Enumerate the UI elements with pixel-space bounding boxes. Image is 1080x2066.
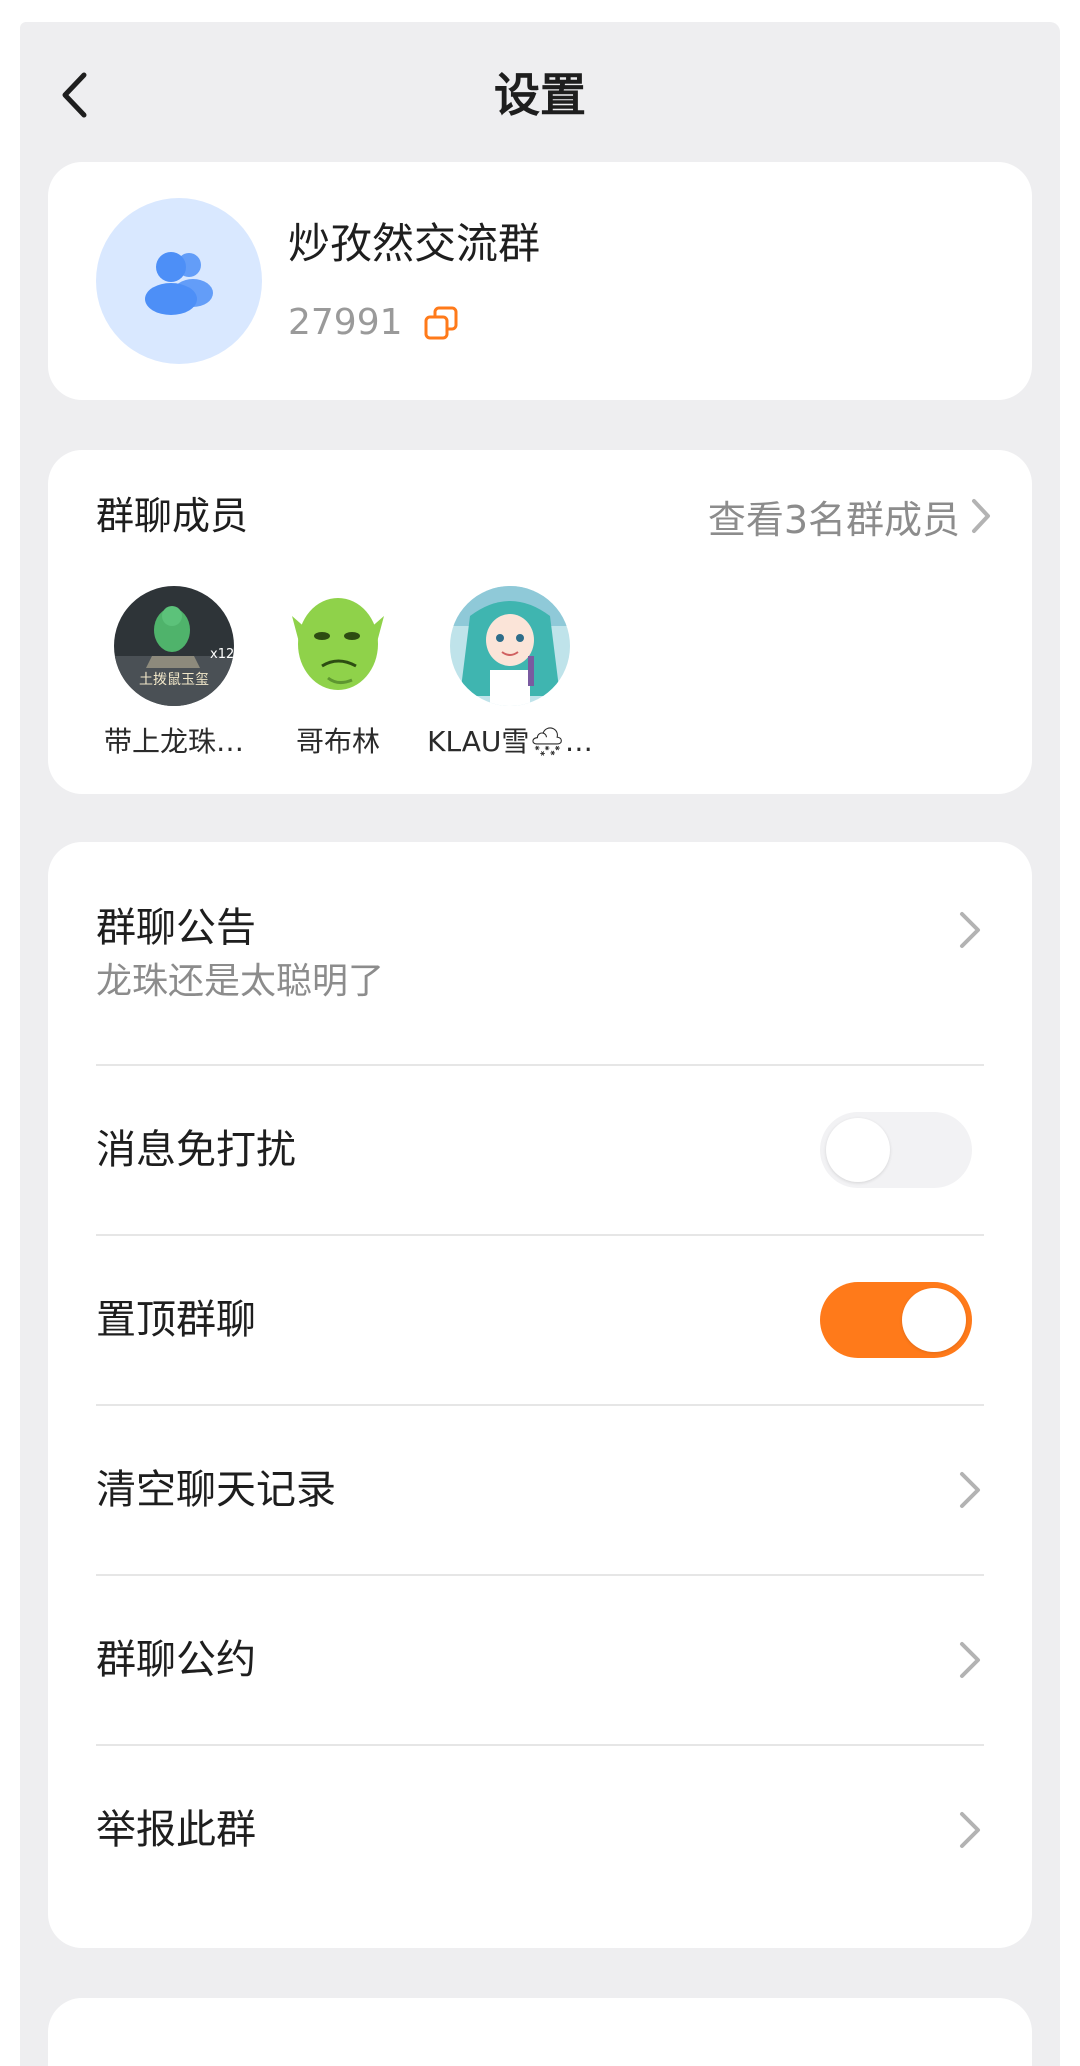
clear-history-row[interactable]: 清空聊天记录 (96, 1406, 984, 1576)
report-group-label: 举报此群 (96, 1807, 256, 1853)
header-bar: 设置 (0, 40, 1080, 150)
next-card-partial (48, 1998, 1032, 2066)
mute-row: 消息免打扰 (96, 1066, 984, 1236)
group-avatar[interactable] (96, 198, 262, 364)
member-name: 带上龙珠… (103, 725, 244, 758)
member-name: KLAU雪🌨… (427, 725, 593, 758)
report-group-row[interactable]: 举报此群 (96, 1746, 984, 1916)
member-avatar-caption: 土拨鼠玉玺 (139, 672, 209, 688)
group-id-row: 27991 (288, 298, 459, 348)
chevron-right-icon (960, 912, 980, 948)
view-members-link[interactable]: 查看3名群成员 (708, 490, 992, 542)
pin-toggle[interactable] (820, 1282, 972, 1358)
group-name: 炒孜然交流群 (288, 219, 541, 268)
member-avatar (450, 586, 570, 706)
mute-label: 消息免打扰 (96, 1127, 296, 1173)
group-announcement-label: 群聊公告 (96, 905, 256, 951)
chevron-right-icon (972, 499, 990, 533)
member-avatar (278, 586, 398, 706)
member-avatar: x12 土拨鼠玉玺 (114, 586, 234, 706)
members-card: 群聊成员 查看3名群成员 x12 土拨鼠玉玺 带上龙珠… 哥布林 KLAU雪🌨… (48, 450, 1032, 794)
group-id: 27991 (288, 302, 403, 343)
member-item[interactable]: 哥布林 (248, 586, 428, 760)
pin-row: 置顶群聊 (96, 1236, 984, 1406)
chevron-right-icon (960, 1812, 980, 1848)
chevron-right-icon (960, 1642, 980, 1678)
mute-toggle[interactable] (820, 1112, 972, 1188)
member-avatar-badge: x12 (210, 647, 234, 662)
group-users-icon (145, 252, 213, 315)
copy-icon[interactable] (423, 305, 459, 341)
member-avatar-image (278, 586, 398, 706)
group-info-card: 炒孜然交流群 27991 (48, 162, 1032, 400)
toggle-knob (826, 1118, 890, 1182)
group-announcement-content: 龙珠还是太聪明了 (96, 961, 385, 1002)
group-rules-row[interactable]: 群聊公约 (96, 1576, 984, 1746)
member-avatar-image: x12 土拨鼠玉玺 (114, 586, 234, 706)
member-name: 哥布林 (295, 725, 380, 758)
view-members-label: 查看3名群成员 (707, 497, 960, 542)
members-title: 群聊成员 (96, 494, 249, 538)
chevron-right-icon (960, 1472, 980, 1508)
clear-history-label: 清空聊天记录 (96, 1467, 336, 1513)
settings-page: 设置 炒孜然交流群 27991 群聊成员 查看3名群成员 x12 土拨鼠玉玺 带… (0, 0, 1080, 2066)
group-rules-label: 群聊公约 (96, 1637, 256, 1683)
toggle-knob (902, 1288, 966, 1352)
pin-label: 置顶群聊 (96, 1297, 256, 1343)
page-title: 设置 (494, 68, 586, 122)
member-item[interactable]: x12 土拨鼠玉玺 带上龙珠… (84, 586, 264, 760)
member-avatar-image (450, 586, 570, 706)
group-announcement-row[interactable]: 群聊公告 龙珠还是太聪明了 (96, 902, 984, 1020)
member-item[interactable]: KLAU雪🌨… (420, 586, 600, 760)
settings-card: 群聊公告 龙珠还是太聪明了 消息免打扰 置顶群聊 清空聊天记录 群聊公约 举报此… (48, 842, 1032, 1948)
